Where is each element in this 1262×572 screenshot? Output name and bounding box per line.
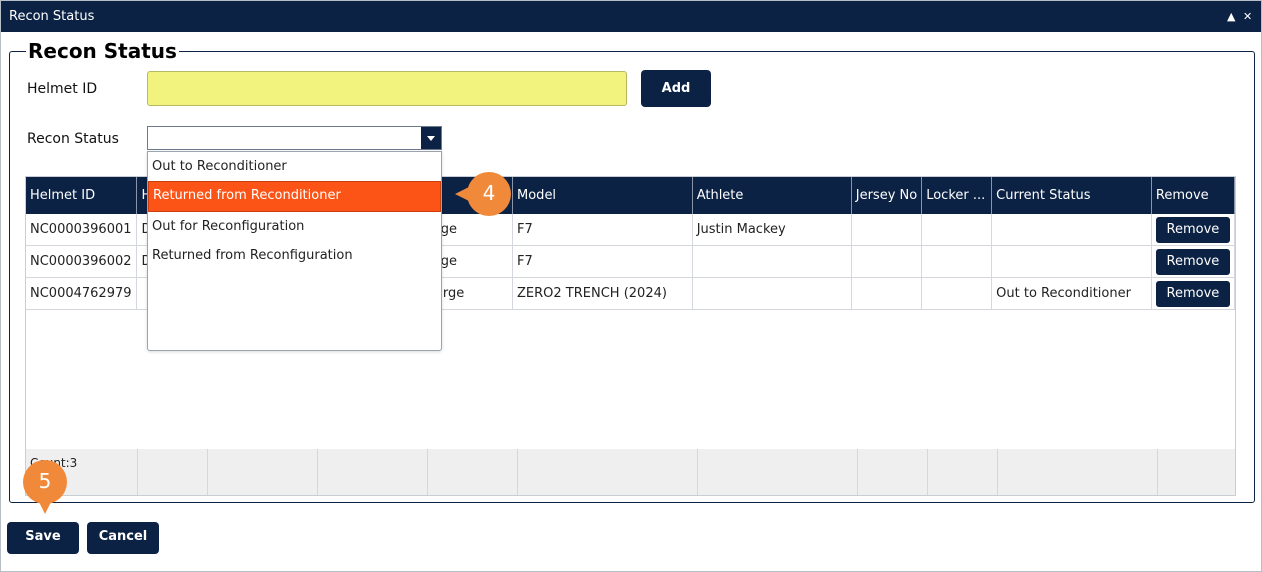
helmet-id-label: Helmet ID	[27, 81, 98, 97]
cell-locker	[921, 214, 993, 246]
recon-status-select[interactable]	[147, 126, 442, 150]
col-jersey-no[interactable]: Jersey No	[851, 177, 923, 214]
chevron-down-icon[interactable]	[421, 127, 441, 149]
footer-cell	[427, 449, 518, 495]
footer-cell	[697, 449, 858, 495]
cell-model: F7	[512, 245, 693, 278]
dropdown-option[interactable]: Out for Reconfiguration	[148, 212, 441, 241]
grid-footer: Count:3	[26, 449, 1235, 495]
cell-helmet-id: NC0000396002	[26, 245, 138, 278]
cell-locker	[921, 277, 993, 310]
minimize-icon[interactable]: ▲	[1227, 10, 1235, 23]
window-title: Recon Status	[9, 9, 95, 24]
col-current-status[interactable]: Current Status	[991, 177, 1152, 214]
recon-status-dropdown: Out to Reconditioner Returned from Recon…	[147, 151, 442, 351]
cell-athlete: Justin Mackey	[692, 214, 852, 246]
dropdown-option[interactable]: Returned from Reconfiguration	[148, 241, 441, 270]
title-bar: Recon Status ▲ ✕	[1, 1, 1261, 32]
col-model[interactable]: Model	[512, 177, 693, 214]
footer-cell	[997, 449, 1158, 495]
footer-cell	[207, 449, 318, 495]
col-remove: Remove	[1151, 177, 1235, 214]
step-5-callout: 5	[23, 460, 67, 514]
cell-current-status	[991, 214, 1152, 246]
dropdown-option-selected[interactable]: Returned from Reconditioner	[148, 181, 441, 212]
footer-cell	[317, 449, 428, 495]
recon-status-label: Recon Status	[27, 131, 119, 147]
dropdown-option[interactable]: Out to Reconditioner	[148, 152, 441, 181]
col-locker[interactable]: Locker ...	[921, 177, 993, 214]
step-4-callout: 4	[455, 172, 511, 216]
cell-model: ZERO2 TRENCH (2024)	[512, 277, 693, 310]
cell-remove: Remove	[1151, 277, 1235, 310]
cell-helmet-id: NC0000396001	[26, 214, 138, 246]
footer-cell	[137, 449, 208, 495]
cell-remove: Remove	[1151, 245, 1235, 278]
footer-cell	[517, 449, 698, 495]
cell-athlete	[692, 277, 852, 310]
cancel-button[interactable]: Cancel	[87, 522, 159, 554]
close-icon[interactable]: ✕	[1243, 10, 1252, 23]
remove-button[interactable]: Remove	[1155, 280, 1230, 307]
remove-button[interactable]: Remove	[1155, 216, 1230, 243]
col-athlete[interactable]: Athlete	[692, 177, 852, 214]
footer-cell	[857, 449, 928, 495]
cell-remove: Remove	[1151, 214, 1235, 246]
cell-locker	[921, 245, 993, 278]
cell-current-status	[991, 245, 1152, 278]
footer-cell	[927, 449, 998, 495]
save-button[interactable]: Save	[7, 522, 79, 554]
recon-status-dialog: Recon Status ▲ ✕ Recon Status Helmet ID …	[0, 0, 1262, 572]
cell-jersey-no	[851, 245, 923, 278]
cell-jersey-no	[851, 214, 923, 246]
helmet-id-input[interactable]	[147, 71, 627, 106]
remove-button[interactable]: Remove	[1155, 248, 1230, 275]
add-button[interactable]: Add	[641, 70, 711, 107]
cell-current-status: Out to Reconditioner	[991, 277, 1152, 310]
cell-jersey-no	[851, 277, 923, 310]
cell-athlete	[692, 245, 852, 278]
cell-helmet-id: NC0004762979	[26, 277, 138, 310]
col-helmet-id[interactable]: Helmet ID	[26, 177, 138, 214]
cell-model: F7	[512, 214, 693, 246]
group-legend: Recon Status	[28, 39, 177, 63]
